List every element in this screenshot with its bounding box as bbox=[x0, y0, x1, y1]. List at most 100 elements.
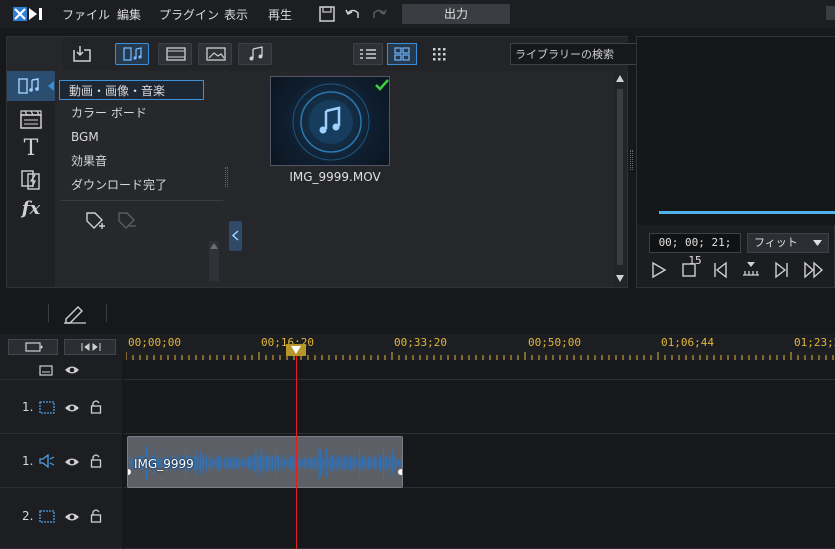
fast-forward-icon[interactable] bbox=[803, 261, 825, 279]
category-downloads[interactable]: ダウンロード完了 bbox=[69, 175, 167, 195]
ruler-label: 00;33;20 bbox=[394, 336, 447, 349]
divider bbox=[48, 304, 49, 322]
menu-playback[interactable]: 再生 bbox=[268, 6, 292, 23]
import-media-icon[interactable] bbox=[71, 44, 93, 64]
previous-frame-icon[interactable] bbox=[711, 261, 729, 279]
eye-icon[interactable] bbox=[64, 456, 80, 468]
track-header-video-1: 1. bbox=[0, 380, 122, 434]
media-scrollbar[interactable] bbox=[613, 71, 627, 287]
scroll-up-arrow-icon bbox=[616, 75, 624, 82]
media-filter-icon bbox=[123, 47, 142, 61]
timecode-display[interactable]: 00; 00; 21; 15 bbox=[649, 233, 741, 267]
lock-icon[interactable] bbox=[90, 399, 102, 414]
library-toolbar bbox=[63, 37, 676, 71]
list-view-button[interactable] bbox=[353, 43, 383, 65]
dots-grid-icon[interactable] bbox=[431, 46, 447, 62]
clapper-board-icon[interactable] bbox=[17, 107, 45, 131]
divider bbox=[61, 200, 223, 201]
collapse-panel-button[interactable] bbox=[229, 221, 242, 251]
search-input[interactable] bbox=[511, 44, 651, 64]
ruler-label: 00;00;00 bbox=[128, 336, 181, 349]
playhead-handle-icon[interactable] bbox=[285, 344, 307, 358]
category-bgm[interactable]: BGM bbox=[69, 127, 99, 147]
music-note-icon bbox=[249, 46, 263, 61]
overflow-tab[interactable] bbox=[826, 6, 835, 20]
dropdown-arrow-icon bbox=[813, 240, 822, 246]
track-number: 2. bbox=[22, 509, 34, 523]
split-icon[interactable] bbox=[741, 259, 761, 279]
film-icon bbox=[166, 47, 186, 61]
title-room-icon[interactable]: T bbox=[17, 137, 45, 161]
preview-progress-bar[interactable] bbox=[659, 211, 835, 214]
preview-resize-grip[interactable] bbox=[630, 150, 633, 170]
redo-icon[interactable] bbox=[370, 5, 388, 23]
media-thumbnail[interactable] bbox=[270, 76, 390, 166]
category-media[interactable]: 動画・画像・音楽 bbox=[59, 80, 204, 100]
track-area: 1. 1. 2. bbox=[0, 360, 835, 549]
timeline-ruler[interactable]: 00;00;00 00;16;20 00;33;20 00;50;00 01;0… bbox=[126, 334, 835, 360]
track-number: 1. bbox=[22, 400, 34, 414]
edit-tool-bar bbox=[0, 296, 835, 332]
eye-icon[interactable] bbox=[64, 511, 80, 523]
menu-file[interactable]: ファイル bbox=[62, 6, 110, 23]
track-manager-icon bbox=[25, 342, 43, 352]
track-lane-video-2[interactable] bbox=[124, 488, 835, 549]
track-lane-title[interactable] bbox=[124, 360, 835, 380]
panel-resize-grip[interactable] bbox=[225, 167, 228, 187]
video-track-icon bbox=[39, 510, 55, 523]
eye-icon[interactable] bbox=[64, 364, 80, 376]
eye-icon[interactable] bbox=[64, 402, 80, 414]
filter-audio-button[interactable] bbox=[238, 43, 272, 65]
app-logo-icon[interactable] bbox=[12, 5, 44, 23]
ruler-label: 01;06;44 bbox=[661, 336, 714, 349]
clip-handle-right[interactable] bbox=[398, 469, 402, 475]
undo-icon[interactable] bbox=[344, 5, 362, 23]
menu-plugin[interactable]: プラグイン bbox=[159, 6, 219, 23]
play-icon[interactable] bbox=[651, 261, 667, 279]
next-frame-icon[interactable] bbox=[773, 261, 791, 279]
ruler-label: 01;23;2 bbox=[794, 336, 835, 349]
track-header-title bbox=[0, 360, 122, 380]
stop-icon[interactable] bbox=[681, 262, 697, 278]
menu-view[interactable]: 表示 bbox=[224, 6, 248, 23]
lock-icon[interactable] bbox=[90, 508, 102, 523]
fit-timeline-button[interactable] bbox=[64, 339, 116, 355]
playhead[interactable] bbox=[296, 346, 297, 549]
track-header-audio-1: 1. bbox=[0, 434, 122, 488]
edit-pen-icon[interactable] bbox=[62, 302, 88, 324]
lock-icon[interactable] bbox=[90, 453, 102, 468]
track-lane-video-1[interactable] bbox=[124, 380, 835, 434]
category-panel: 動画・画像・音楽 カラー ボード BGM 効果音 ダウンロード完了 bbox=[57, 71, 229, 287]
remove-tag-icon[interactable] bbox=[115, 209, 139, 233]
clip-label: IMG_9999 bbox=[134, 457, 194, 471]
transition-room-icon[interactable] bbox=[17, 167, 45, 191]
speaker-icon bbox=[39, 454, 55, 468]
output-button[interactable]: 出力 bbox=[402, 4, 510, 24]
media-room-tab[interactable] bbox=[7, 71, 55, 101]
preview-screen bbox=[637, 37, 835, 225]
filter-image-button[interactable] bbox=[198, 43, 232, 65]
ruler-ticks bbox=[126, 352, 834, 360]
category-scrollbar[interactable] bbox=[209, 241, 219, 281]
ruler-label: 00;50;00 bbox=[528, 336, 581, 349]
audio-clip[interactable]: IMG_9999 bbox=[127, 436, 403, 488]
menu-edit[interactable]: 編集 bbox=[117, 6, 141, 23]
scroll-down-arrow-icon bbox=[616, 275, 624, 282]
grid-view-button[interactable] bbox=[387, 43, 417, 65]
chevron-left-icon bbox=[232, 230, 239, 241]
checkmark-icon bbox=[375, 79, 389, 91]
filter-video-button[interactable] bbox=[158, 43, 192, 65]
save-icon[interactable] bbox=[318, 5, 336, 23]
category-sound-effects[interactable]: 効果音 bbox=[69, 151, 107, 171]
track-manager-button[interactable] bbox=[8, 339, 58, 355]
filter-all-media-button[interactable] bbox=[115, 43, 149, 65]
effect-room-icon[interactable]: fx bbox=[17, 197, 45, 221]
add-tag-icon[interactable] bbox=[83, 209, 107, 233]
audio-thumbnail-icon bbox=[292, 83, 370, 161]
divider bbox=[106, 304, 107, 322]
media-room-icon bbox=[18, 78, 39, 94]
image-icon bbox=[206, 47, 226, 61]
zoom-select[interactable]: フィット bbox=[747, 233, 829, 253]
category-color-board[interactable]: カラー ボード bbox=[69, 103, 147, 123]
fit-timeline-icon bbox=[81, 343, 101, 351]
